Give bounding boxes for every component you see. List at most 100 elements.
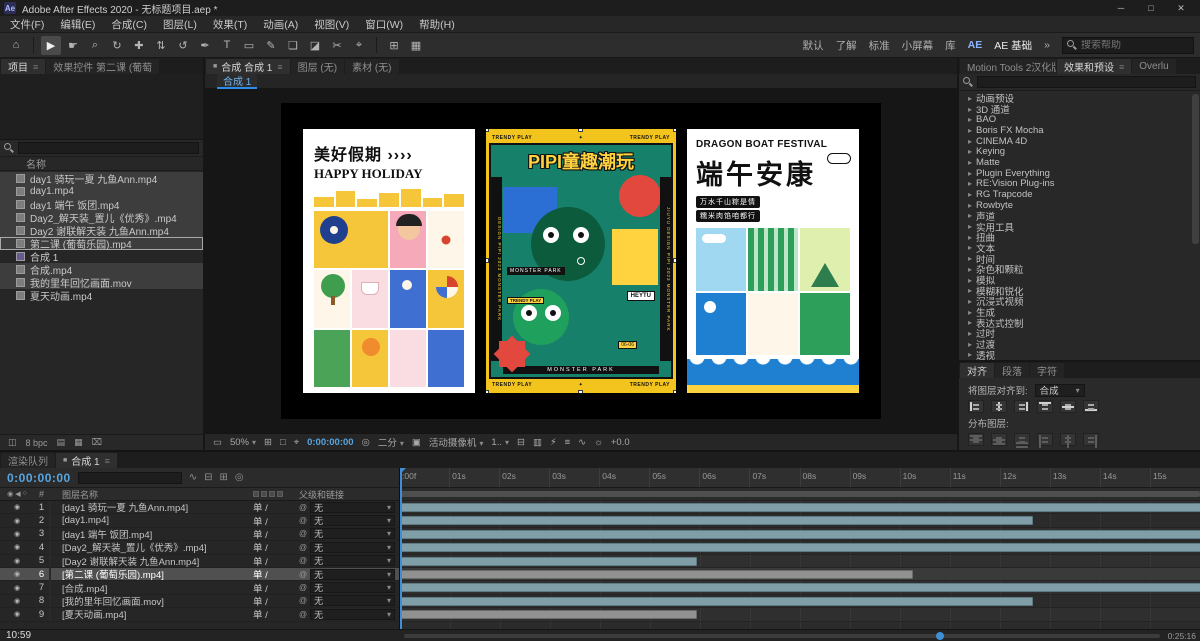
- layer-switches[interactable]: 单 /: [253, 527, 299, 541]
- label-color-chip[interactable]: [49, 567, 51, 581]
- switch-column-icons[interactable]: [253, 491, 299, 497]
- pen-tool-icon[interactable]: ✒: [195, 36, 215, 55]
- pan-camera-tool-icon[interactable]: ✚: [129, 36, 149, 55]
- workspace-default[interactable]: 默认: [803, 38, 824, 53]
- distribute-right-icon[interactable]: [1083, 433, 1099, 446]
- brush-tool-icon[interactable]: ✎: [261, 36, 281, 55]
- horizontal-scrollbar[interactable]: [404, 634, 1160, 638]
- distribute-vertical-center-icon[interactable]: [991, 433, 1007, 446]
- layer-duration-bar[interactable]: [401, 543, 1200, 553]
- effect-category[interactable]: 3D 通道: [959, 104, 1200, 116]
- flowchart-icon[interactable]: ∿: [578, 437, 586, 448]
- effect-category[interactable]: Keying: [959, 146, 1200, 157]
- layer-row[interactable]: ◉ 1 [day1 骑玩一夏 九鱼Ann.mp4] 单 / @ 无: [0, 501, 399, 515]
- project-item[interactable]: day1 端午 饭团.mp4: [0, 198, 203, 211]
- selection-handle[interactable]: [578, 390, 583, 393]
- eye-column-icon[interactable]: ◉: [7, 490, 13, 498]
- distribute-horizontal-center-icon[interactable]: [1060, 433, 1076, 446]
- layer-duration-bar[interactable]: [401, 516, 1033, 526]
- parent-pickwhip-icon[interactable]: @: [299, 556, 307, 565]
- project-item[interactable]: 合成 1: [0, 250, 203, 263]
- rotation-tool-icon[interactable]: ↺: [173, 36, 193, 55]
- project-item[interactable]: 合成.mp4: [0, 263, 203, 276]
- layer-row-selected[interactable]: ◉ 6 [第二课 (葡萄乐园).mp4] 单 / @ 无: [0, 567, 399, 582]
- align-vertical-center-icon[interactable]: [1060, 400, 1076, 413]
- tab-project[interactable]: 项目 ≡: [1, 59, 46, 74]
- effect-category[interactable]: 透视: [959, 350, 1200, 360]
- parent-dropdown[interactable]: 无: [310, 528, 395, 540]
- layer-duration-bar[interactable]: [401, 569, 913, 579]
- parent-pickwhip-icon[interactable]: @: [299, 583, 307, 592]
- view-layout-icon[interactable]: ⊟: [517, 437, 525, 448]
- menu-view[interactable]: 视图(V): [306, 17, 357, 32]
- draft-3d-icon[interactable]: ⊟: [204, 472, 212, 483]
- clone-stamp-tool-icon[interactable]: ❏: [283, 36, 303, 55]
- layer-switches[interactable]: 单 /: [253, 501, 299, 514]
- tab-character[interactable]: 字符: [1030, 363, 1064, 378]
- effect-category[interactable]: 文本: [959, 243, 1200, 255]
- effect-category[interactable]: CINEMA 4D: [959, 136, 1200, 147]
- project-item[interactable]: 夏天动画.mp4: [0, 289, 203, 302]
- poster-pipi-trendy-play[interactable]: TRENDY PLAY ✦ TRENDY PLAY PIPI童趣潮玩 DESIG…: [486, 129, 676, 393]
- target-icon[interactable]: ⌖: [294, 437, 299, 448]
- label-color-chip[interactable]: [49, 527, 51, 541]
- effects-search-input[interactable]: [977, 76, 1196, 88]
- align-horizontal-center-icon[interactable]: [991, 400, 1007, 413]
- project-item[interactable]: day1 骑玩一夏 九鱼Ann.mp4: [0, 172, 203, 185]
- parent-dropdown[interactable]: 无: [310, 541, 395, 553]
- effect-category[interactable]: RG Trapcode: [959, 189, 1200, 200]
- workspace-ae-basics[interactable]: AE 基础: [994, 38, 1032, 53]
- mask-options-icon[interactable]: ▦: [406, 36, 426, 55]
- effect-category[interactable]: 过渡: [959, 339, 1200, 351]
- menu-file[interactable]: 文件(F): [2, 17, 52, 32]
- audio-column-icon[interactable]: ◀: [15, 490, 20, 498]
- effect-category[interactable]: Matte: [959, 157, 1200, 168]
- layer-duration-bar[interactable]: [401, 596, 1033, 606]
- label-color-chip[interactable]: [49, 514, 51, 528]
- timeline-button-icon[interactable]: ≡: [565, 437, 571, 448]
- eye-icon[interactable]: ◉: [14, 570, 20, 578]
- tab-effects-presets[interactable]: 效果和预设 ≡: [1057, 59, 1132, 74]
- eraser-tool-icon[interactable]: ◪: [305, 36, 325, 55]
- exposure-value[interactable]: +0.0: [611, 437, 630, 448]
- parent-dropdown[interactable]: 无: [310, 582, 395, 594]
- panel-menu-icon[interactable]: ≡: [1119, 62, 1124, 72]
- home-icon[interactable]: ⌂: [6, 36, 26, 55]
- project-item[interactable]: Day2_解天装_置儿《优秀》.mp4: [0, 211, 203, 224]
- parent-pickwhip-icon[interactable]: @: [299, 503, 307, 512]
- effect-category[interactable]: 实用工具: [959, 221, 1200, 234]
- menu-composition[interactable]: 合成(C): [103, 17, 155, 32]
- distribute-bottom-icon[interactable]: [1014, 433, 1030, 446]
- parent-pickwhip-icon[interactable]: @: [299, 543, 307, 552]
- tab-render-queue[interactable]: 渲染队列: [1, 453, 55, 468]
- timeline-track-area[interactable]: :00f 01s 02s 03s 04s 05s 06s 07s 08s 09s…: [400, 468, 1200, 629]
- color-depth-button[interactable]: 8 bpc: [26, 438, 48, 448]
- parent-dropdown[interactable]: 无: [310, 595, 395, 607]
- poster-happy-holiday[interactable]: 美好假期 ›››› HAPPY HOLIDAY: [303, 129, 475, 393]
- layer-duration-bar[interactable]: [401, 583, 1200, 593]
- snapshot-icon[interactable]: ◎: [362, 437, 370, 448]
- tab-paragraph[interactable]: 段落: [995, 363, 1029, 378]
- parent-dropdown[interactable]: 无: [310, 568, 395, 580]
- selection-handle[interactable]: [673, 390, 676, 393]
- effect-category[interactable]: Rowbyte: [959, 200, 1200, 211]
- layer-switches[interactable]: 单 /: [253, 514, 299, 528]
- menu-help[interactable]: 帮助(H): [411, 17, 463, 32]
- delete-icon[interactable]: ⌧: [92, 437, 102, 448]
- workspace-small-screen[interactable]: 小屏幕: [902, 38, 934, 53]
- parent-pickwhip-icon[interactable]: @: [299, 529, 307, 538]
- panel-menu-icon[interactable]: ≡: [277, 62, 282, 72]
- parent-dropdown[interactable]: 无: [310, 555, 395, 567]
- eye-icon[interactable]: ◉: [14, 597, 20, 605]
- parent-link-column-label[interactable]: 父级和链接: [299, 488, 399, 501]
- monitor-icon[interactable]: ▭: [213, 437, 222, 448]
- menu-layer[interactable]: 图层(L): [155, 17, 205, 32]
- frame-blend-icon[interactable]: ⊞: [220, 472, 228, 483]
- tab-effect-controls[interactable]: 效果控件 第二课 (葡萄: [46, 59, 160, 74]
- selection-handle[interactable]: [486, 129, 489, 132]
- parent-dropdown[interactable]: 无: [310, 501, 395, 513]
- project-list-header[interactable]: 名称: [0, 157, 203, 171]
- current-time-display[interactable]: 0:00:00:00: [7, 471, 71, 485]
- view-count-dropdown[interactable]: 1..: [491, 437, 509, 448]
- time-ruler[interactable]: :00f 01s 02s 03s 04s 05s 06s 07s 08s 09s…: [400, 468, 1200, 488]
